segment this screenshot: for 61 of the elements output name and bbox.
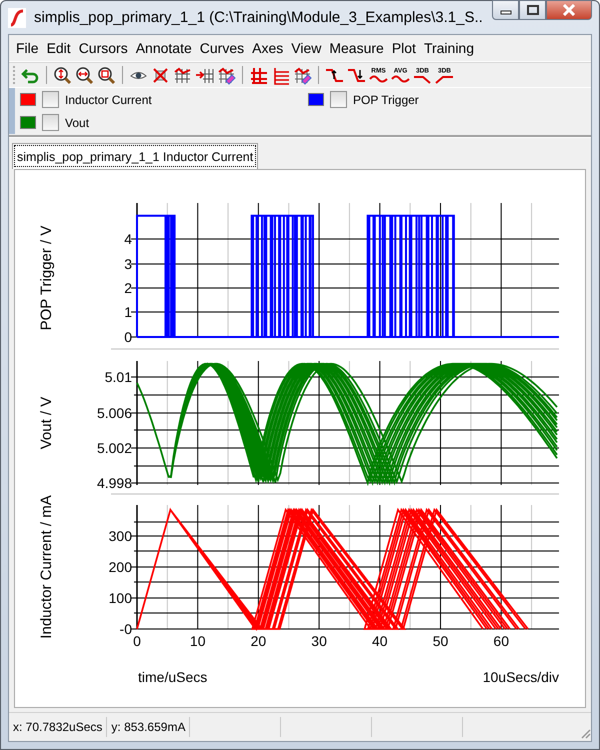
magnifier-icon[interactable] xyxy=(97,66,116,84)
menu-item[interactable]: View xyxy=(287,38,326,58)
checkbox[interactable] xyxy=(42,91,59,108)
grid-label-icon[interactable] xyxy=(173,66,192,84)
axis-title: POP Trigger / V xyxy=(38,226,55,330)
close-icon xyxy=(562,4,576,16)
tick-label: 300 xyxy=(108,528,132,544)
legend-label: POP Trigger xyxy=(353,92,419,106)
tick-label: 10 xyxy=(190,633,206,649)
resize-grip-icon[interactable] xyxy=(579,727,591,739)
tick-label: 30 xyxy=(311,633,327,649)
scale-label: 10uSecs/div xyxy=(482,669,559,685)
checkbox[interactable] xyxy=(330,91,347,108)
tick-label: 40 xyxy=(372,633,388,649)
checkbox[interactable] xyxy=(42,114,59,131)
eraser-icon[interactable] xyxy=(293,66,312,84)
tick-label: 2 xyxy=(124,280,132,296)
magnifier-icon[interactable] xyxy=(53,66,72,84)
axis-title: Vout / V xyxy=(38,396,55,450)
tick-label: 3 xyxy=(124,256,132,272)
menu-item[interactable]: Axes xyxy=(248,38,288,58)
tick-label: 60 xyxy=(493,633,509,649)
tick-label: 1 xyxy=(124,304,132,320)
app-icon xyxy=(8,8,26,28)
cross-icon[interactable] xyxy=(151,66,170,84)
tick-label: 5.006 xyxy=(96,405,132,421)
window-title: simplis_pop_primary_1_1 (C:\Training\Module_3_Examples\3.1_S... xyxy=(34,9,484,26)
menu-item[interactable]: Training xyxy=(420,38,478,58)
lines-icon[interactable] xyxy=(271,66,290,84)
menu-item[interactable]: File xyxy=(12,38,43,58)
status-text: y: 853.659mA xyxy=(107,717,190,737)
minimize-button[interactable] xyxy=(492,0,519,20)
axis-title: Inductor Current / mA xyxy=(38,495,55,639)
tick-label: 200 xyxy=(108,559,132,575)
tick-label: 5.01 xyxy=(104,369,132,385)
tick-label: 0 xyxy=(133,633,141,649)
menu-item[interactable]: Cursors xyxy=(74,38,132,58)
legend-label: Inductor Current xyxy=(65,92,152,106)
maximize-icon xyxy=(526,5,538,15)
eraser-icon[interactable] xyxy=(217,66,236,84)
menu-item[interactable]: Annotate xyxy=(132,38,196,58)
menu-item[interactable]: Curves xyxy=(196,38,248,58)
magnifier-icon[interactable] xyxy=(75,66,94,84)
tab[interactable]: simplis_pop_primary_1_1 Inductor Current xyxy=(12,143,258,169)
tick-label: 4.998 xyxy=(96,475,132,491)
menu-item[interactable]: Measure xyxy=(325,38,388,58)
tick-label: 0 xyxy=(124,329,132,345)
tick-label: 4 xyxy=(124,231,132,247)
status-text: x: 70.7832uSecs xyxy=(9,717,108,737)
maximize-button[interactable] xyxy=(519,0,546,20)
close-button[interactable] xyxy=(546,0,592,20)
tick-label: 50 xyxy=(432,633,448,649)
grid-icon[interactable] xyxy=(249,66,268,84)
tick-label: 5.002 xyxy=(96,440,132,456)
tick-label: 100 xyxy=(108,590,132,606)
tick-label: 20 xyxy=(250,633,266,649)
legend-label: Vout xyxy=(65,116,90,130)
tick-label: -0 xyxy=(120,621,132,637)
axis-title: time/uSecs xyxy=(138,669,208,685)
menu-item[interactable]: Edit xyxy=(42,38,75,58)
menu-item[interactable]: Plot xyxy=(388,38,420,58)
